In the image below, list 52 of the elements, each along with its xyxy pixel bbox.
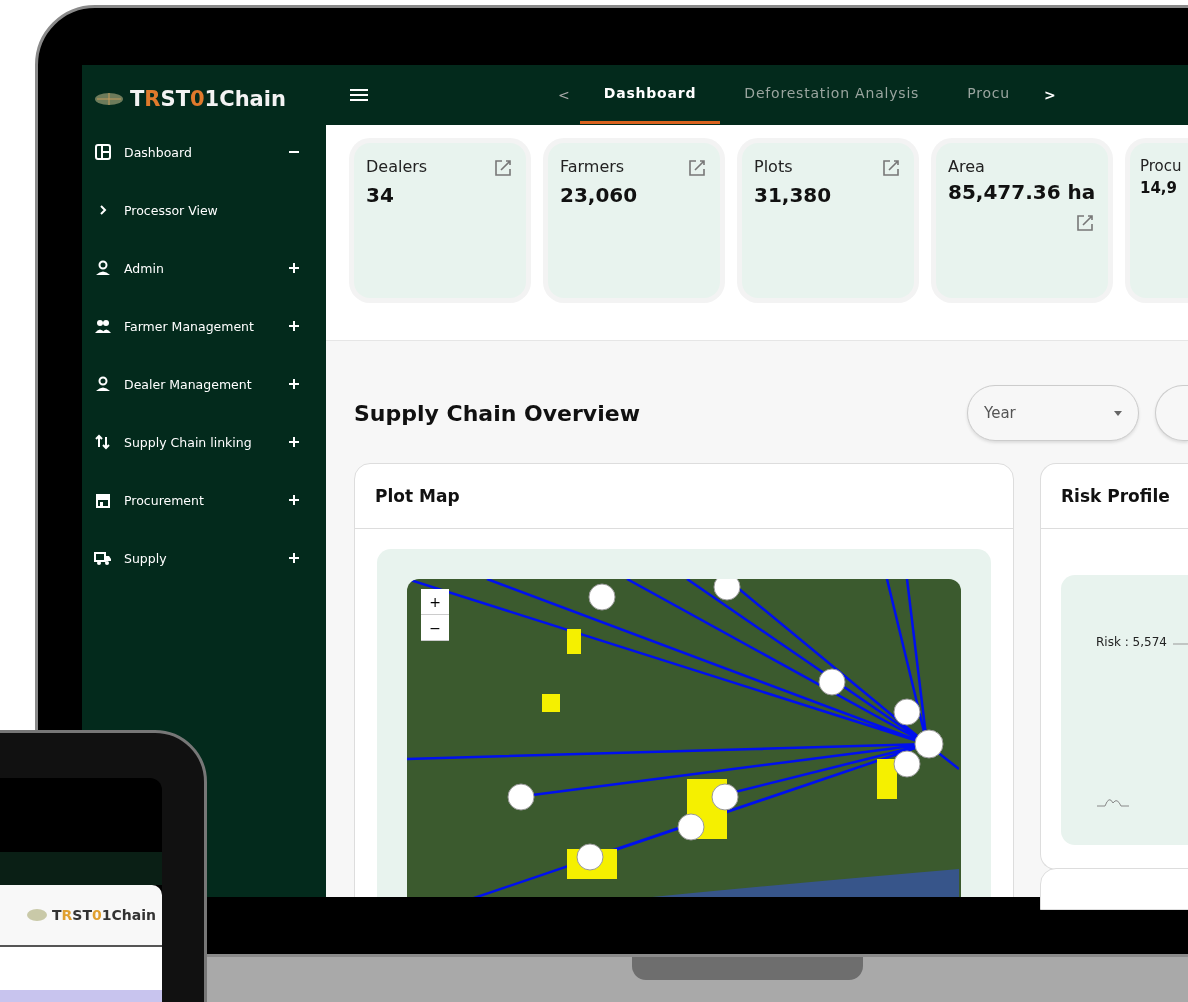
store-icon: [94, 491, 112, 509]
stat-label: Area: [948, 157, 985, 176]
plus-icon[interactable]: [289, 263, 299, 273]
sidebar-item[interactable]: Admin: [94, 239, 326, 297]
people-icon: [94, 317, 112, 335]
plus-icon[interactable]: [289, 321, 299, 331]
stat-value: 31,380: [754, 183, 833, 207]
stat-label: Plots: [754, 157, 793, 176]
satellite-map[interactable]: + −: [407, 579, 961, 897]
truck-icon: [94, 549, 112, 567]
zoom-in-button[interactable]: +: [421, 589, 449, 615]
next-tab-button[interactable]: >: [1034, 87, 1066, 103]
stat-label: Dealers: [366, 157, 428, 176]
menu-icon[interactable]: [350, 88, 368, 102]
stat-value: 23,060: [560, 183, 639, 207]
year-dropdown[interactable]: Year: [967, 385, 1139, 441]
edit-icon[interactable]: [880, 157, 902, 179]
dashboard-icon: [94, 143, 112, 161]
sidebar-item[interactable]: Dashboard: [94, 123, 326, 181]
leaf-logo-icon: [94, 92, 124, 106]
stat-label: Farmers: [560, 157, 625, 176]
logo-text: TRST01Chain: [52, 907, 156, 923]
card-title: Risk Profile: [1041, 464, 1188, 529]
arrows-icon: [94, 433, 112, 451]
stat-label: Procu: [1140, 157, 1182, 175]
edit-icon[interactable]: [686, 157, 708, 179]
tab[interactable]: Deforestation Analysis: [720, 66, 944, 124]
sidebar-item[interactable]: Farmer Management: [94, 297, 326, 355]
edit-icon[interactable]: [492, 157, 514, 179]
chart-label: Risk : 5,574: [1096, 635, 1167, 649]
stat-value: 85,477.36 ha: [948, 180, 1096, 204]
stat-value: 14,9: [1140, 179, 1178, 197]
edit-icon[interactable]: [1074, 212, 1096, 234]
section-title: Supply Chain Overview: [354, 400, 641, 426]
sidebar-item[interactable]: Supply: [94, 529, 326, 587]
tab[interactable]: Procu: [943, 66, 1034, 124]
card-title: Plot Map: [355, 464, 1013, 529]
plus-icon[interactable]: [289, 437, 299, 447]
chevron-icon: [99, 205, 107, 215]
sidebar-item[interactable]: Procurement: [94, 471, 326, 529]
previous-tab-button[interactable]: <: [548, 87, 580, 103]
plus-icon[interactable]: [289, 379, 299, 389]
plus-icon[interactable]: [289, 553, 299, 563]
logo-text: TRST01Chain: [130, 87, 286, 111]
sidebar-subitem[interactable]: Processor View: [94, 181, 326, 239]
dropdown-caret-icon: [1114, 410, 1122, 416]
person-icon: [94, 375, 112, 393]
sidebar-item[interactable]: Dealer Management: [94, 355, 326, 413]
sidebar-item[interactable]: Supply Chain linking: [94, 413, 326, 471]
stat-value: 34: [366, 183, 395, 207]
plus-icon[interactable]: [289, 495, 299, 505]
person-icon: [94, 259, 112, 277]
